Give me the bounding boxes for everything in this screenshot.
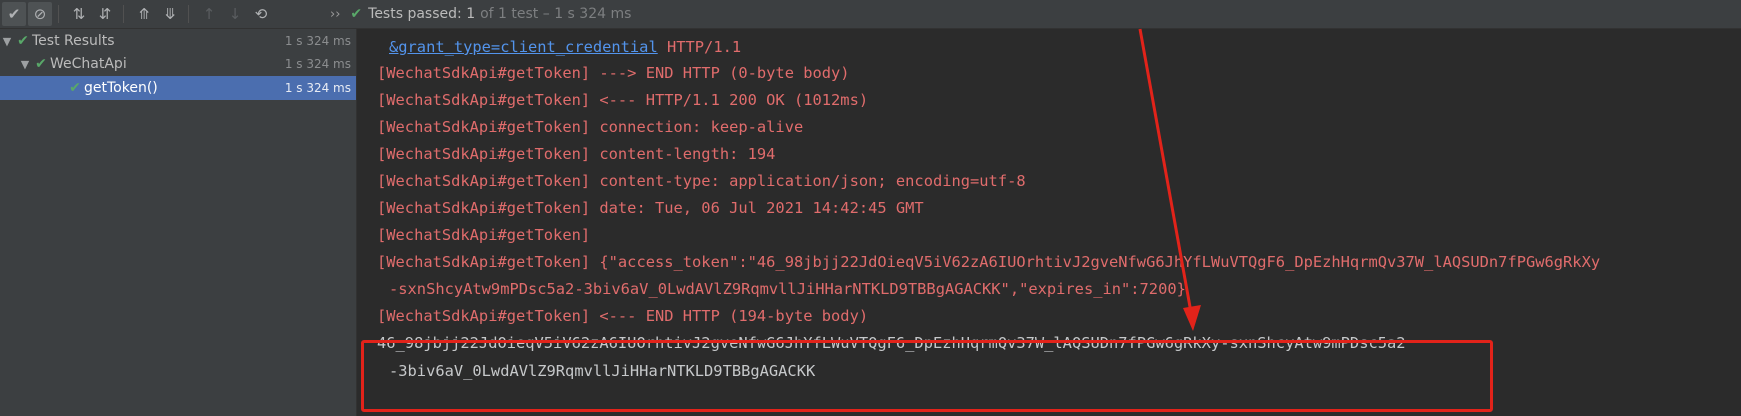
toolbar-separator (123, 5, 124, 23)
console-line: [WechatSdkApi#getToken] content-length: … (377, 145, 776, 163)
chevron-down-icon[interactable]: ▼ (0, 35, 14, 48)
stop-circle-icon[interactable]: ⊘ (28, 2, 52, 26)
check-icon: ✔ (69, 80, 81, 96)
tree-item-time: 1 s 324 ms (284, 57, 351, 71)
sort-duration-icon[interactable]: ⇵ (93, 2, 117, 26)
console-line: [WechatSdkApi#getToken] ---> END HTTP (0… (377, 64, 850, 82)
chevron-down-icon[interactable]: ▼ (18, 58, 32, 71)
console-line: &grant_type=client_credential HTTP/1.1 (389, 38, 741, 56)
console-line: [WechatSdkApi#getToken] connection: keep… (377, 118, 804, 136)
status-detail: of 1 test – 1 s 324 ms (480, 6, 632, 22)
url-link[interactable]: &grant_type=client_credential (389, 38, 658, 56)
tree-item-label: getToken() (84, 80, 158, 96)
history-icon[interactable]: ⟲ (249, 2, 273, 26)
test-status: ›› ✔ Tests passed: 1 of 1 test – 1 s 324… (330, 0, 631, 28)
chevron-right-icon[interactable]: ›› (330, 7, 340, 22)
sort-alpha-icon[interactable]: ⇅ (67, 2, 91, 26)
test-results-tree: ▼ ✔ Test Results 1 s 324 ms ▼ ✔ WeChatAp… (0, 29, 357, 416)
collapse-all-icon[interactable]: ⤋ (158, 2, 182, 26)
console-line: [WechatSdkApi#getToken] {"access_token":… (377, 253, 1601, 271)
check-icon: ✔ (35, 56, 47, 72)
console-line-text: HTTP/1.1 (657, 38, 742, 56)
tree-item-time: 1 s 324 ms (284, 81, 351, 95)
console-line: [WechatSdkApi#getToken] (377, 226, 591, 244)
test-runner-toolbar: ✔ ⊘ ⇅ ⇵ ⤊ ⤋ ↑ ↓ ⟲ (0, 0, 1741, 29)
tree-item-label: WeChatApi (50, 56, 127, 72)
check-icon: ✔ (350, 6, 363, 22)
tree-item-gettoken[interactable]: ✔ getToken() 1 s 324 ms (0, 76, 356, 100)
console-output[interactable]: &grant_type=client_credential HTTP/1.1 [… (357, 29, 1741, 416)
tree-item-time: 1 s 324 ms (284, 34, 351, 48)
toolbar-separator (188, 5, 189, 23)
next-failed-icon[interactable]: ↓ (223, 2, 247, 26)
tree-item-label: Test Results (32, 33, 115, 49)
tree-item-test-results[interactable]: ▼ ✔ Test Results 1 s 324 ms (0, 29, 356, 53)
expand-all-icon[interactable]: ⤊ (132, 2, 156, 26)
check-icon: ✔ (17, 33, 29, 49)
tree-item-wechatapi[interactable]: ▼ ✔ WeChatApi 1 s 324 ms (0, 52, 356, 76)
status-count: 1 (466, 6, 476, 22)
console-line: [WechatSdkApi#getToken] <--- END HTTP (1… (377, 307, 869, 325)
console-line: [WechatSdkApi#getToken] date: Tue, 06 Ju… (377, 199, 924, 217)
console-line: [WechatSdkApi#getToken] <--- HTTP/1.1 20… (377, 91, 869, 109)
toolbar-separator (58, 5, 59, 23)
console-line: -sxnShcyAtw9mPDsc5a2-3biv6aV_0LwdAVlZ9Rq… (389, 280, 1186, 298)
status-label: Tests passed: (368, 6, 462, 22)
check-icon[interactable]: ✔ (2, 2, 26, 26)
console-line: [WechatSdkApi#getToken] content-type: ap… (377, 172, 1026, 190)
token-highlight-box (361, 340, 1493, 412)
previous-failed-icon[interactable]: ↑ (197, 2, 221, 26)
